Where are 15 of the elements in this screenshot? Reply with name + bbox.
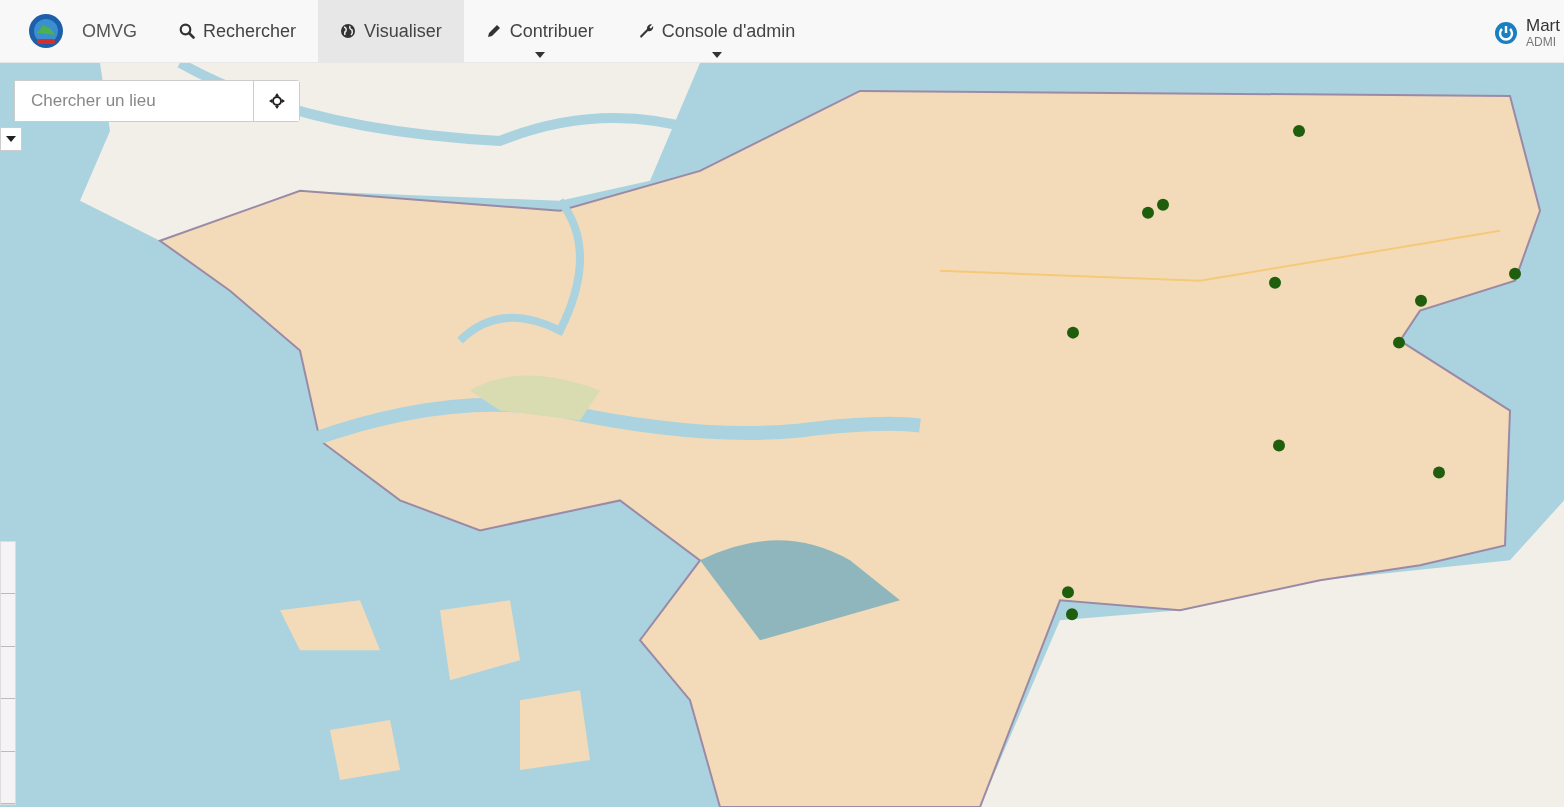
wrench-icon <box>637 23 654 39</box>
nav-tab[interactable]: Contribuer <box>463 0 616 62</box>
logo-icon <box>28 13 64 49</box>
dropdown-toggle[interactable] <box>0 127 22 151</box>
brand-name[interactable]: OMVG <box>82 20 137 42</box>
nav-tab[interactable]: Visualiser <box>318 0 464 62</box>
pencil-icon <box>485 23 502 39</box>
user-name[interactable]: Mart <box>1526 17 1560 36</box>
user-role: ADMI <box>1526 35 1557 49</box>
nav-tab[interactable]: Console d'admin <box>615 0 818 62</box>
search-icon <box>179 23 195 39</box>
power-icon[interactable] <box>1494 21 1518 45</box>
caret-icon <box>6 136 16 142</box>
nav-tab[interactable]: Rechercher <box>157 0 319 62</box>
globe-icon <box>340 23 357 39</box>
